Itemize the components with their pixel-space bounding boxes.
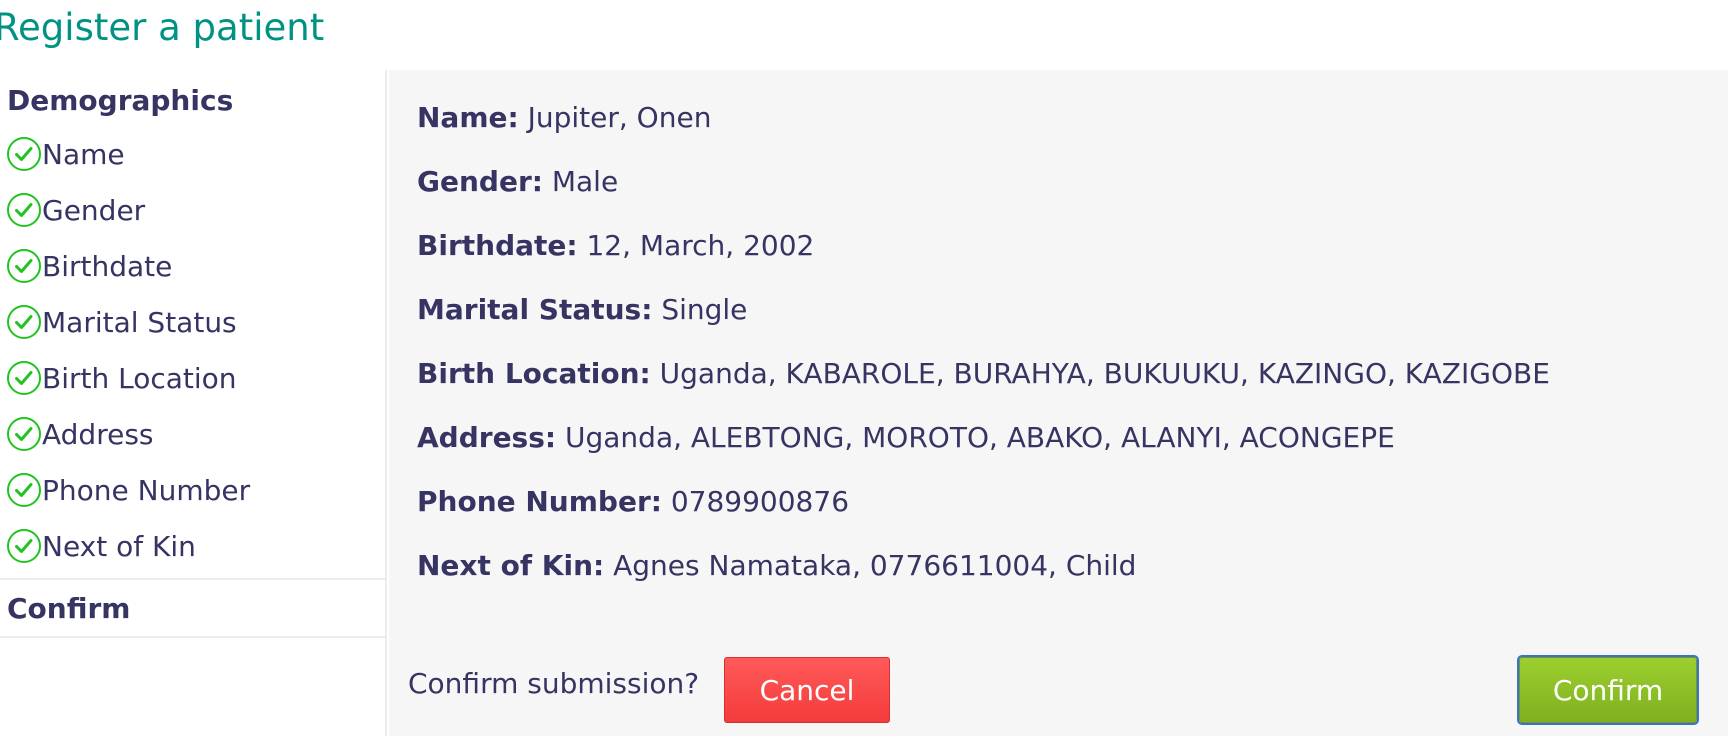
check-circle-icon (7, 193, 41, 227)
summary-value: Agnes Namataka, 0776611004, Child (613, 549, 1137, 582)
sidebar-item-birthdate[interactable]: Birthdate (0, 238, 385, 294)
sidebar-item-phone-number[interactable]: Phone Number (0, 462, 385, 518)
check-circle-icon (7, 305, 41, 339)
sidebar-item-label: Marital Status (42, 305, 237, 339)
sidebar-item-label: Next of Kin (42, 529, 196, 563)
check-circle-icon (7, 137, 41, 171)
check-circle-icon (7, 473, 41, 507)
sidebar-item-gender[interactable]: Gender (0, 182, 385, 238)
sidebar-section-confirm[interactable]: Confirm (0, 578, 385, 638)
sidebar: Demographics Name Gender Birthdate Marit… (0, 70, 387, 736)
summary-label: Next of Kin: (417, 549, 605, 582)
check-circle-icon (7, 249, 41, 283)
summary-birth-location: Birth Location: Uganda, KABAROLE, BURAHY… (417, 357, 1550, 390)
check-circle-icon (7, 417, 41, 451)
summary-value: Uganda, KABAROLE, BURAHYA, BUKUUKU, KAZI… (659, 357, 1550, 390)
sidebar-item-next-of-kin[interactable]: Next of Kin (0, 518, 385, 574)
summary-name: Name: Jupiter, Onen (417, 101, 711, 134)
summary-address: Address: Uganda, ALEBTONG, MOROTO, ABAKO… (417, 421, 1395, 454)
check-circle-icon (7, 529, 41, 563)
summary-value: Jupiter, Onen (527, 101, 712, 134)
summary-value: Male (551, 165, 619, 198)
summary-label: Birthdate: (417, 229, 578, 262)
sidebar-item-label: Birthdate (42, 249, 173, 283)
sidebar-section-confirm-label: Confirm (7, 592, 131, 625)
confirm-panel: Name: Jupiter, Onen Gender: Male Birthda… (389, 70, 1728, 736)
summary-value: Uganda, ALEBTONG, MOROTO, ABAKO, ALANYI,… (565, 421, 1395, 454)
summary-value: 0789900876 (670, 485, 850, 518)
summary-label: Marital Status: (417, 293, 653, 326)
sidebar-item-label: Phone Number (42, 473, 251, 507)
confirm-question: Confirm submission? (408, 667, 700, 700)
check-circle-icon (7, 361, 41, 395)
summary-label: Gender: (417, 165, 543, 198)
cancel-button[interactable]: Cancel (724, 657, 890, 723)
step-list: Name Gender Birthdate Marital Status Bir… (0, 126, 385, 574)
summary-label: Phone Number: (417, 485, 662, 518)
summary-label: Birth Location: (417, 357, 651, 390)
summary-value: 12, March, 2002 (586, 229, 815, 262)
sidebar-item-marital-status[interactable]: Marital Status (0, 294, 385, 350)
page-title: Register a patient (0, 6, 325, 49)
summary-label: Name: (417, 101, 519, 134)
sidebar-item-birth-location[interactable]: Birth Location (0, 350, 385, 406)
sidebar-item-name[interactable]: Name (0, 126, 385, 182)
summary-birthdate: Birthdate: 12, March, 2002 (417, 229, 814, 262)
summary-phone-number: Phone Number: 0789900876 (417, 485, 849, 518)
summary-label: Address: (417, 421, 557, 454)
summary-next-of-kin: Next of Kin: Agnes Namataka, 0776611004,… (417, 549, 1136, 582)
sidebar-item-address[interactable]: Address (0, 406, 385, 462)
summary-marital-status: Marital Status: Single (417, 293, 747, 326)
sidebar-item-label: Name (42, 137, 125, 171)
sidebar-item-label: Address (42, 417, 154, 451)
sidebar-section-demographics[interactable]: Demographics (0, 70, 385, 126)
confirm-button[interactable]: Confirm (1517, 655, 1699, 725)
sidebar-item-label: Birth Location (42, 361, 237, 395)
sidebar-item-label: Gender (42, 193, 146, 227)
confirm-bar: Confirm submission? Cancel Confirm (389, 645, 1728, 725)
summary-gender: Gender: Male (417, 165, 618, 198)
summary-value: Single (661, 293, 748, 326)
